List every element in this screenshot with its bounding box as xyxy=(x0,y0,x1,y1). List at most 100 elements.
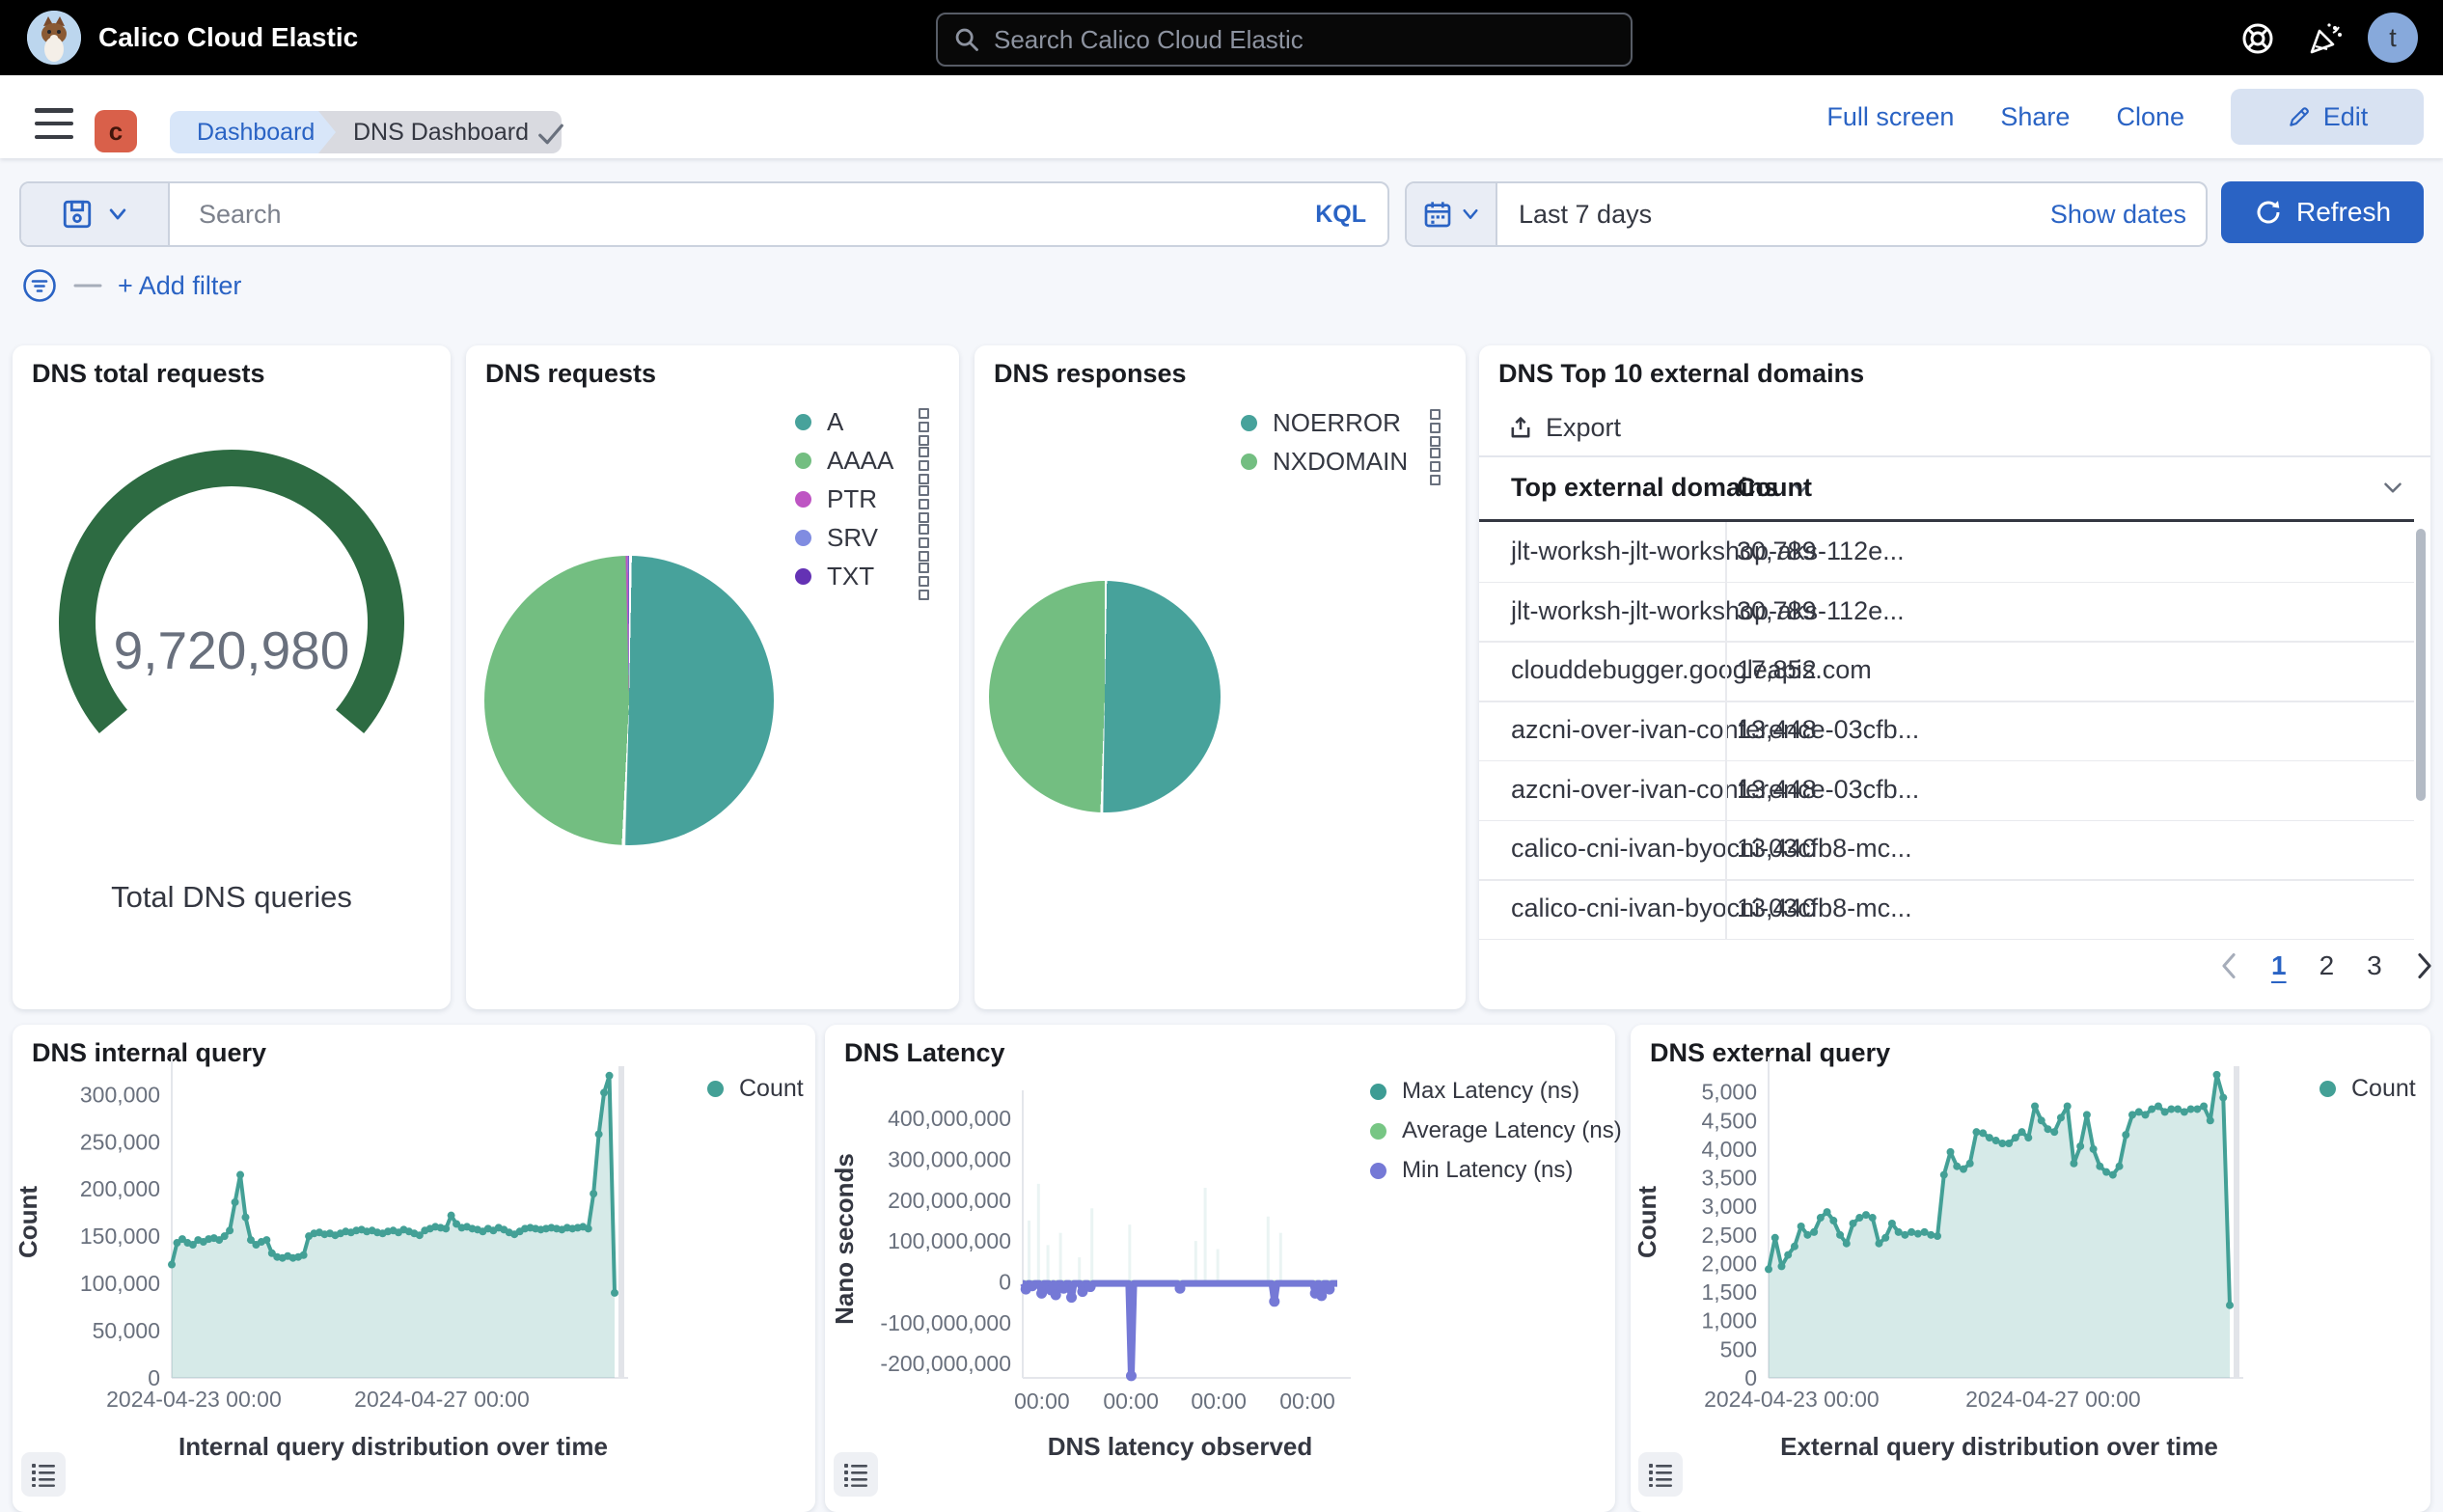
table-row-count: 13,440 xyxy=(1737,893,1817,923)
legend-label: SRV xyxy=(827,523,878,553)
table-row-count: 13,448 xyxy=(1737,715,1817,745)
pencil-icon xyxy=(2287,104,2312,129)
previous-page-icon[interactable] xyxy=(2219,952,2238,979)
dns-requests-pie-chart[interactable] xyxy=(484,556,774,845)
panel-title: DNS total requests xyxy=(32,359,265,389)
kql-search-bar: Search KQL xyxy=(19,181,1389,247)
panel-title: DNS Top 10 external domains xyxy=(1498,359,1864,389)
legend-label: Average Latency (ns) xyxy=(1402,1117,1622,1144)
panel-title: DNS requests xyxy=(485,359,656,389)
page-button-3[interactable]: 3 xyxy=(2367,950,2382,981)
menu-toggle-button[interactable] xyxy=(35,108,73,139)
table-row-divider xyxy=(1479,701,2414,702)
app-title: Calico Cloud Elastic xyxy=(98,0,358,75)
legend-item-noerror[interactable]: NOERROR xyxy=(1241,407,1401,438)
hamburger-icon xyxy=(35,108,73,113)
help-button[interactable] xyxy=(2238,19,2277,58)
legend-toggle-button[interactable] xyxy=(1638,1452,1683,1497)
legend-dot-icon xyxy=(795,453,811,469)
query-input[interactable]: Search xyxy=(199,200,1315,230)
legend-actions-icon[interactable] xyxy=(1430,409,1441,447)
table-row-domain[interactable]: clouddebugger.googleapis.com xyxy=(1511,655,1714,685)
legend-item-max-latency-ns-[interactable]: Max Latency (ns) xyxy=(1370,1076,1579,1107)
share-button[interactable]: Share xyxy=(2000,102,2070,132)
gauge-value: 9,720,980 xyxy=(13,619,451,681)
filter-icon[interactable] xyxy=(21,267,58,304)
table-row-domain[interactable]: azcni-over-ivan-conference-03cfb... xyxy=(1511,775,1714,805)
page-button-1[interactable]: 1 xyxy=(2271,950,2287,981)
legend-item-ptr[interactable]: PTR xyxy=(795,483,877,514)
full-screen-button[interactable]: Full screen xyxy=(1826,102,1954,132)
legend-label: NOERROR xyxy=(1273,408,1401,438)
legend-item-txt[interactable]: TXT xyxy=(795,561,874,591)
calico-logo[interactable] xyxy=(27,11,81,65)
page-button-2[interactable]: 2 xyxy=(2319,950,2335,981)
legend-actions-icon[interactable] xyxy=(1430,448,1441,485)
table-row-domain[interactable]: calico-cni-ivan-byocni-03cfb8-mc... xyxy=(1511,834,1714,864)
table-row-count: 30,789 xyxy=(1737,536,1817,566)
table-scrollbar[interactable] xyxy=(2416,529,2426,801)
user-avatar[interactable]: t xyxy=(2368,13,2418,63)
calendar-icon xyxy=(1422,199,1453,230)
legend-item-aaaa[interactable]: AAAA xyxy=(795,445,893,476)
legend-actions-icon[interactable] xyxy=(919,447,929,484)
save-icon xyxy=(61,198,94,231)
filter-row: + Add filter xyxy=(21,266,241,305)
show-dates-button[interactable]: Show dates xyxy=(2050,200,2186,230)
legend-actions-icon[interactable] xyxy=(919,563,929,600)
space-badge[interactable]: c xyxy=(95,110,137,152)
legend-actions-icon[interactable] xyxy=(919,524,929,562)
clone-button[interactable]: Clone xyxy=(2116,102,2184,132)
table-row-divider xyxy=(1479,582,2414,584)
time-range-value[interactable]: Last 7 days xyxy=(1519,200,2050,230)
table-row-divider xyxy=(1479,760,2414,762)
table-pagination: 1 2 3 xyxy=(2219,950,2434,981)
legend-label: Min Latency (ns) xyxy=(1402,1157,1573,1184)
saved-query-menu-button[interactable] xyxy=(21,183,170,245)
legend-item-count[interactable]: Count xyxy=(2319,1073,2416,1104)
legend-item-min-latency-ns-[interactable]: Min Latency (ns) xyxy=(1370,1155,1573,1186)
edit-button[interactable]: Edit xyxy=(2231,89,2424,145)
next-page-icon[interactable] xyxy=(2415,952,2434,979)
panel-title: DNS internal query xyxy=(32,1038,266,1068)
legend-dot-icon xyxy=(707,1081,724,1097)
export-label: Export xyxy=(1546,413,1621,443)
export-button[interactable]: Export xyxy=(1507,413,1621,443)
legend-actions-icon[interactable] xyxy=(919,408,929,446)
legend-toggle-button[interactable] xyxy=(21,1452,66,1497)
legend-item-average-latency-ns-[interactable]: Average Latency (ns) xyxy=(1370,1115,1622,1146)
table-row-domain[interactable]: azcni-over-ivan-conference-03cfb... xyxy=(1511,715,1714,745)
legend-item-srv[interactable]: SRV xyxy=(795,522,878,553)
dns-responses-pie-chart[interactable] xyxy=(989,581,1221,812)
kql-language-button[interactable]: KQL xyxy=(1315,201,1366,229)
edit-button-label: Edit xyxy=(2323,102,2369,132)
breadcrumb-label: Dashboard xyxy=(197,119,315,147)
refresh-button[interactable]: Refresh xyxy=(2221,181,2424,243)
legend-label: Count xyxy=(2351,1075,2416,1103)
table-row-count: 17,852 xyxy=(1737,655,1817,685)
legend-item-nxdomain[interactable]: NXDOMAIN xyxy=(1241,446,1408,477)
legend-actions-icon[interactable] xyxy=(919,485,929,523)
column-header-label: Count xyxy=(1737,473,1812,503)
date-quick-menu-button[interactable] xyxy=(1407,183,1497,245)
saved-check-icon xyxy=(536,120,565,149)
table-row-count: 13,440 xyxy=(1737,834,1817,864)
panel-title: DNS external query xyxy=(1650,1038,1890,1068)
panel-title: DNS Latency xyxy=(844,1038,1005,1068)
table-row-domain[interactable]: jlt-worksh-jlt-workshop-aks-112e... xyxy=(1511,596,1714,626)
add-filter-button[interactable]: + Add filter xyxy=(118,271,241,301)
column-header-count[interactable]: Count xyxy=(1737,473,2402,503)
legend-toggle-button[interactable] xyxy=(834,1452,878,1497)
legend-item-count[interactable]: Count xyxy=(707,1073,804,1104)
breadcrumb-dns-dashboard: DNS Dashboard xyxy=(318,111,562,153)
table-row-domain[interactable]: calico-cni-ivan-byocni-03cfb8-mc... xyxy=(1511,893,1714,923)
global-search-input[interactable]: Search Calico Cloud Elastic xyxy=(936,13,1633,67)
legend-dot-icon xyxy=(2319,1081,2336,1097)
top-navigation-bar: Calico Cloud Elastic Search Calico Cloud… xyxy=(0,0,2443,75)
table-row-domain[interactable]: jlt-worksh-jlt-workshop-aks-112e... xyxy=(1511,536,1714,566)
legend-label: AAAA xyxy=(827,446,893,476)
legend-dot-icon xyxy=(795,414,811,430)
space-badge-letter: c xyxy=(109,117,123,147)
whats-new-button[interactable] xyxy=(2306,19,2345,58)
legend-item-a[interactable]: A xyxy=(795,406,843,437)
